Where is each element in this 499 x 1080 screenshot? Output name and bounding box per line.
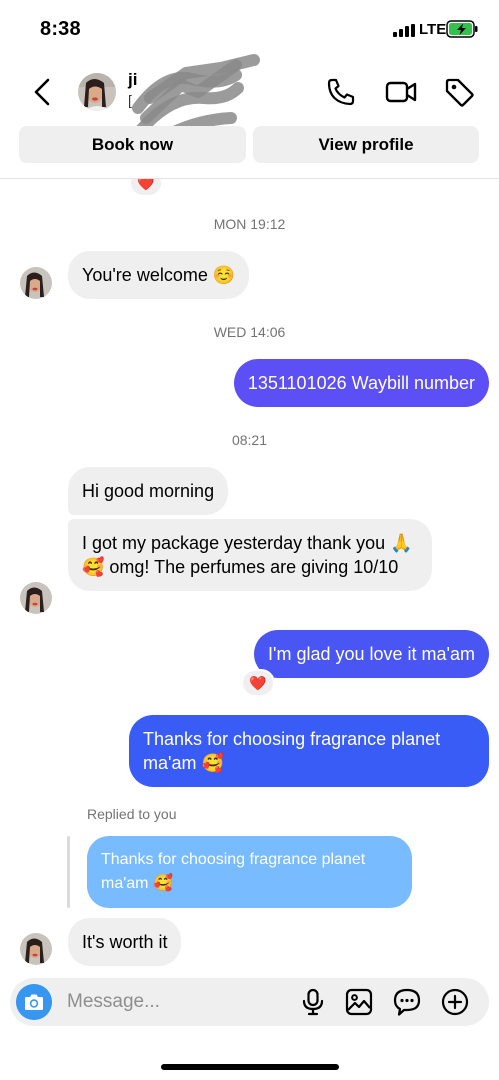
tag-icon[interactable] <box>443 76 475 108</box>
video-camera-icon[interactable] <box>384 76 418 108</box>
camera-icon[interactable] <box>16 984 52 1020</box>
incoming-message[interactable]: I got my package yesterday thank you 🙏 🥰… <box>68 519 432 591</box>
message-input[interactable] <box>67 978 297 1026</box>
message-reaction[interactable]: ❤️ <box>241 669 275 697</box>
reply-indicator-bar <box>67 836 70 908</box>
heart-reaction-icon: ❤️ <box>249 674 267 691</box>
back-icon[interactable] <box>28 72 58 112</box>
status-time: 8:38 <box>40 18 81 40</box>
replied-quote-bubble[interactable]: Thanks for choosing fragrance planet ma'… <box>87 836 412 908</box>
message-reaction[interactable]: ❤️ <box>129 179 163 197</box>
signal-icon <box>393 24 415 37</box>
outgoing-message[interactable]: Thanks for choosing fragrance planet ma'… <box>129 715 489 787</box>
outgoing-message[interactable]: 1351101026 Waybill number <box>233 359 489 407</box>
message-timestamp: WED 14:06 <box>213 324 286 340</box>
message-thread[interactable]: ❤️ MON 19:12 You're welcome ☺️ WED 14:06… <box>0 179 499 975</box>
sticker-icon[interactable] <box>392 987 422 1017</box>
incoming-message[interactable]: You're welcome ☺️ <box>68 251 250 299</box>
avatar[interactable] <box>78 73 116 111</box>
view-profile-button[interactable]: View profile <box>253 126 479 163</box>
incoming-message[interactable]: It's worth it <box>68 918 182 966</box>
gallery-icon[interactable] <box>344 987 374 1017</box>
outgoing-message[interactable]: I'm glad you love it ma'am <box>254 630 489 678</box>
incoming-message[interactable]: Hi good morning <box>68 467 229 515</box>
sender-avatar[interactable] <box>20 582 52 614</box>
message-timestamp: MON 19:12 <box>213 216 286 232</box>
replied-to-you-label: Replied to you <box>87 806 177 822</box>
book-now-button[interactable]: Book now <box>19 126 246 163</box>
microphone-icon[interactable] <box>298 987 328 1017</box>
network-label: LTE <box>419 21 447 38</box>
message-composer <box>10 978 489 1026</box>
home-indicator[interactable] <box>161 1064 339 1070</box>
heart-reaction-icon: ❤️ <box>137 179 155 191</box>
plus-icon[interactable] <box>440 987 470 1017</box>
sender-avatar[interactable] <box>20 267 52 299</box>
sender-avatar[interactable] <box>20 933 52 965</box>
phone-icon[interactable] <box>325 76 357 108</box>
chat-header: ji [ <box>0 54 499 145</box>
battery-charging-icon <box>446 20 478 38</box>
message-timestamp: 08:21 <box>231 432 268 448</box>
